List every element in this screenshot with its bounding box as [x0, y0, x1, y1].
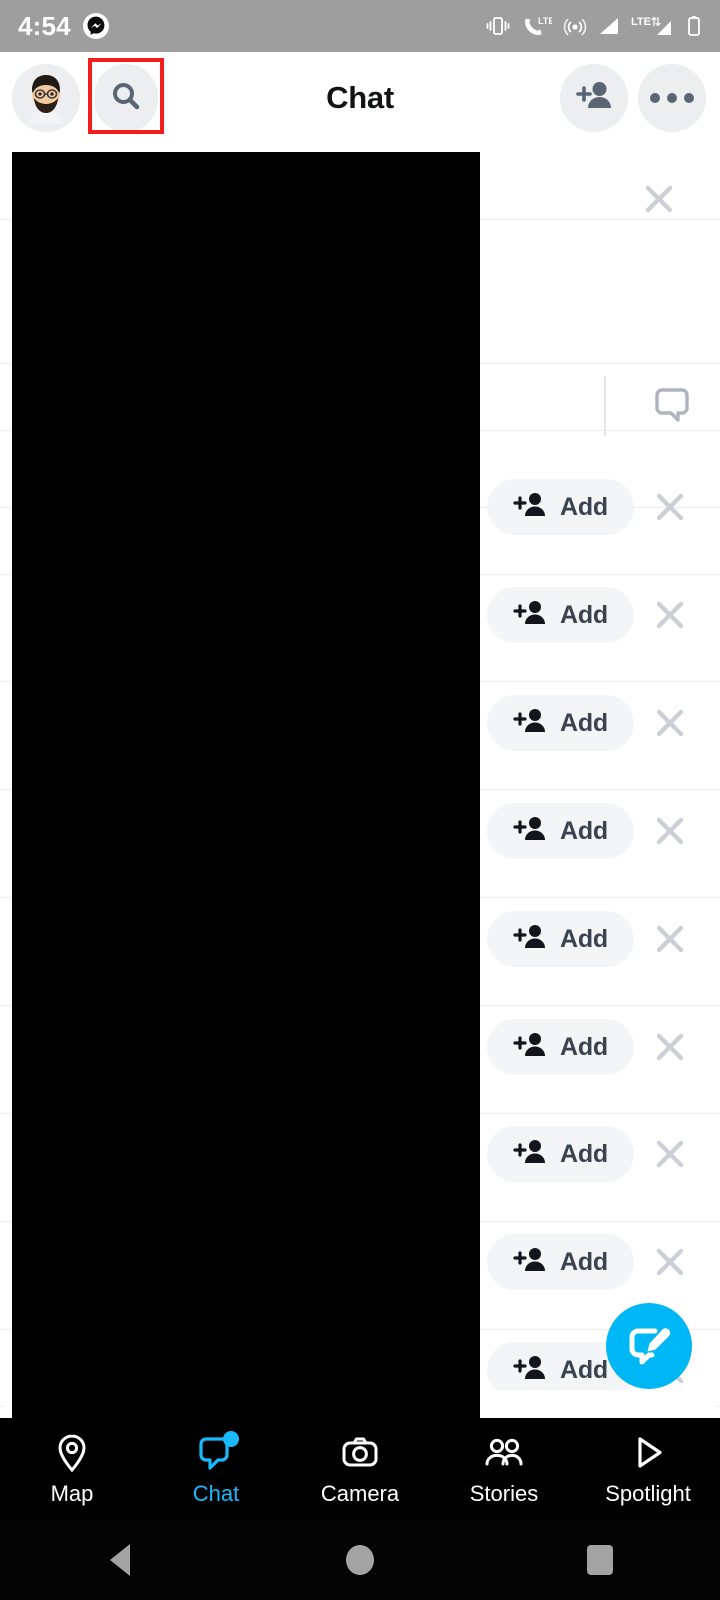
add-label: Add — [560, 600, 608, 629]
phone-screen: 4:54 LTE LTE Chat Add Add Add Add Add Ad… — [0, 0, 720, 1600]
add-person-icon — [513, 598, 547, 633]
add-friend-pill[interactable]: Add — [487, 911, 634, 967]
add-label: Add — [560, 1032, 608, 1061]
add-friend-button[interactable] — [560, 64, 628, 132]
add-person-icon — [513, 922, 547, 957]
status-bar-time: 4:54 — [18, 10, 71, 41]
back-icon — [110, 1544, 130, 1576]
close-icon — [651, 596, 689, 634]
status-bar: 4:54 LTE LTE — [0, 0, 720, 52]
recents-icon — [587, 1545, 613, 1575]
dismiss-suggestion-button[interactable] — [640, 180, 678, 223]
nav-label-chat: Chat — [192, 1480, 240, 1506]
new-chat-fab[interactable] — [606, 1303, 692, 1389]
system-navigation-bar — [0, 1520, 720, 1600]
new-chat-icon — [625, 1322, 673, 1370]
nav-item-camera[interactable]: Camera — [288, 1432, 432, 1507]
header-actions — [560, 64, 706, 132]
nav-item-stories[interactable]: Stories — [432, 1432, 576, 1507]
add-friend-pill[interactable]: Add — [487, 1234, 634, 1290]
home-icon — [346, 1545, 374, 1575]
status-bar-icons: LTE LTE — [485, 15, 702, 37]
add-label: Add — [560, 816, 608, 845]
chat-bubble-icon — [652, 382, 696, 431]
dismiss-row-button[interactable] — [638, 1230, 702, 1294]
back-button[interactable] — [0, 1544, 240, 1576]
add-person-icon — [513, 706, 547, 741]
app-header: Chat — [0, 52, 720, 144]
svg-text:LTE: LTE — [631, 16, 651, 28]
nav-item-chat[interactable]: Chat — [144, 1430, 288, 1507]
black-overlay — [12, 152, 480, 1418]
close-icon — [651, 704, 689, 742]
svg-text:LTE: LTE — [538, 16, 552, 26]
nav-item-map[interactable]: Map — [0, 1432, 144, 1507]
add-friend-pill[interactable]: Add — [487, 1019, 634, 1075]
add-friend-icon — [574, 78, 614, 119]
status-bar-left: 4:54 — [18, 11, 109, 42]
nav-label-map: Map — [50, 1480, 94, 1506]
chat-notification-badge — [223, 1430, 239, 1447]
hotspot-icon — [563, 15, 587, 37]
volte-icon: LTE — [522, 15, 552, 37]
add-friend-pill[interactable]: Add — [487, 479, 634, 535]
battery-icon — [686, 15, 702, 37]
messenger-icon — [82, 13, 109, 39]
add-label: Add — [560, 492, 608, 521]
vertical-divider — [604, 376, 606, 436]
dismiss-row-button[interactable] — [638, 583, 702, 647]
bottom-navigation: Map Chat Camera Stories Spotlight — [0, 1418, 720, 1520]
spotlight-icon — [629, 1432, 667, 1474]
dismiss-row-button[interactable] — [638, 691, 702, 755]
vibrate-icon — [485, 15, 511, 37]
stories-icon — [482, 1432, 526, 1474]
add-person-icon — [513, 814, 547, 849]
add-person-icon — [513, 1030, 547, 1065]
add-label: Add — [560, 708, 608, 737]
nav-label-camera: Camera — [320, 1480, 400, 1506]
signal-icon — [598, 16, 620, 36]
nav-label-spotlight: Spotlight — [605, 1480, 691, 1506]
dismiss-row-button[interactable] — [638, 475, 702, 539]
nav-label-stories: Stories — [469, 1480, 539, 1506]
close-icon — [651, 812, 689, 850]
more-options-button[interactable] — [638, 64, 706, 132]
map-pin-icon — [53, 1432, 91, 1474]
camera-icon — [340, 1432, 380, 1474]
dismiss-row-button[interactable] — [638, 1015, 702, 1079]
chat-action-button[interactable] — [604, 376, 696, 436]
chat-icon — [197, 1430, 239, 1474]
home-button[interactable] — [240, 1545, 480, 1575]
add-friend-pill[interactable]: Add — [487, 695, 634, 751]
close-icon — [651, 1028, 689, 1066]
add-friend-pill[interactable]: Add — [487, 587, 634, 643]
add-friend-pill[interactable]: Add — [487, 803, 634, 859]
add-person-icon — [513, 1137, 547, 1172]
close-icon — [651, 1135, 689, 1173]
lte-data-icon: LTE — [631, 15, 675, 37]
dismiss-row-button[interactable] — [638, 907, 702, 971]
recents-button[interactable] — [480, 1545, 720, 1575]
add-person-icon — [513, 490, 547, 525]
add-friend-pill[interactable]: Add — [487, 1126, 634, 1182]
add-label: Add — [560, 924, 608, 953]
close-icon — [651, 920, 689, 958]
add-label: Add — [560, 1247, 608, 1276]
dismiss-row-button[interactable] — [638, 1122, 702, 1186]
add-label: Add — [560, 1355, 608, 1384]
add-person-icon — [513, 1245, 547, 1280]
dismiss-row-button[interactable] — [638, 799, 702, 863]
add-label: Add — [560, 1139, 608, 1168]
nav-item-spotlight[interactable]: Spotlight — [576, 1432, 720, 1507]
add-person-icon — [513, 1353, 547, 1388]
more-options-icon — [650, 93, 694, 103]
close-icon — [651, 1243, 689, 1281]
close-icon — [651, 488, 689, 526]
